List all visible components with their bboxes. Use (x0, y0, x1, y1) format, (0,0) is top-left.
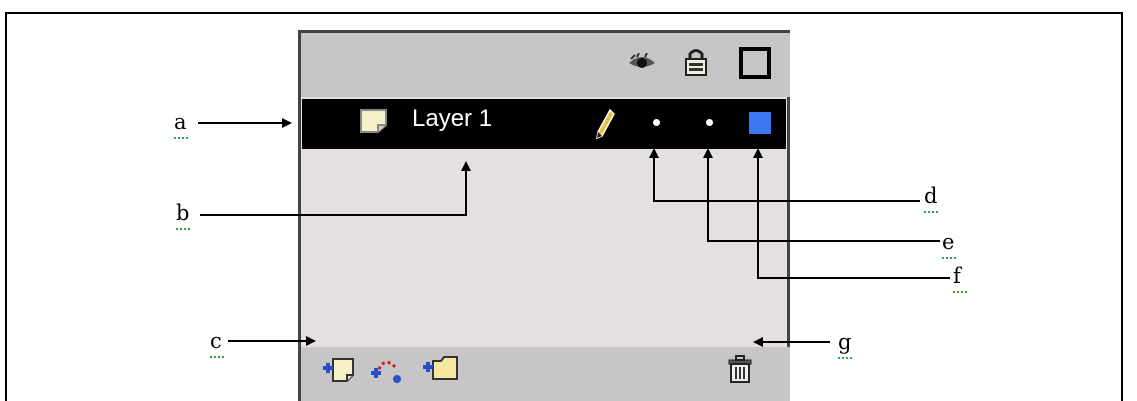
label-f: f (953, 266, 967, 293)
label-b: b (176, 203, 190, 230)
label-c: c (210, 331, 224, 358)
arrow-f (753, 148, 950, 279)
label-e: e (942, 232, 956, 259)
arrow-b (200, 161, 471, 216)
arrow-e (703, 148, 940, 242)
label-g: g (838, 332, 852, 359)
callout-arrows (198, 118, 950, 347)
label-d: d (924, 186, 938, 213)
label-a: a (174, 112, 188, 139)
arrow-d (649, 148, 920, 202)
